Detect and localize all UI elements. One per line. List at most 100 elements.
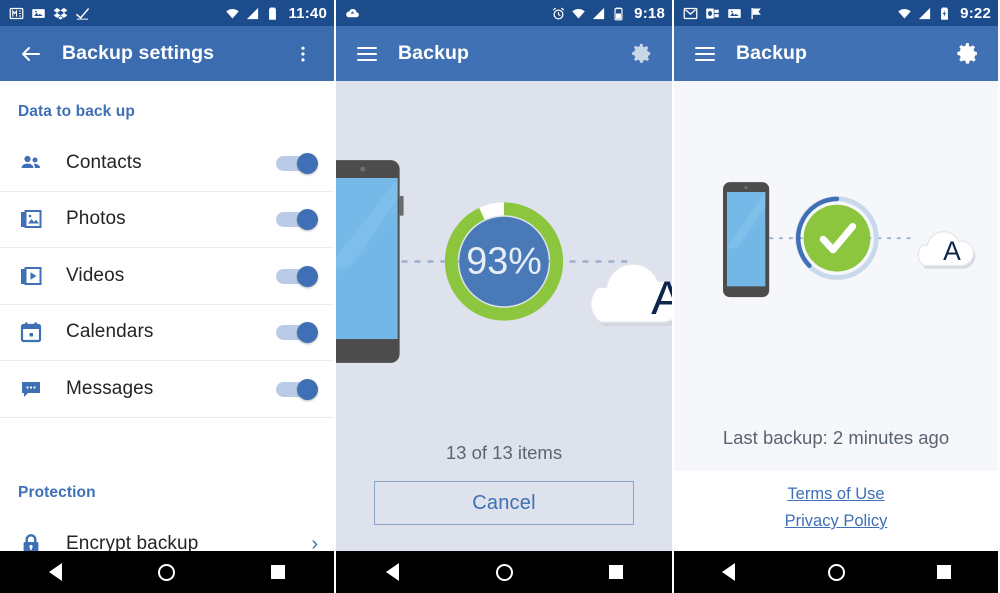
back-triangle-icon[interactable] — [381, 561, 403, 583]
cloud-logo-letter: A — [651, 272, 672, 325]
settings-row-label: Encrypt backup — [66, 532, 199, 551]
signal-icon — [919, 7, 931, 19]
android-nav-bar-1 — [0, 551, 334, 593]
dropbox-icon — [53, 7, 68, 19]
status-bar-time-1: 11:40 — [288, 4, 327, 22]
page-title: Backup — [736, 42, 808, 64]
phone-icon — [723, 182, 770, 298]
toggle-photos[interactable] — [276, 209, 318, 231]
wifi-icon — [898, 8, 911, 18]
wifi-icon — [572, 8, 585, 18]
alarm-icon — [552, 7, 565, 19]
status-bar-3: 9:22 — [674, 0, 998, 26]
settings-row-messages[interactable]: Messages — [0, 361, 334, 418]
recents-square-icon[interactable] — [267, 561, 289, 583]
status-bar-2: 9:18 — [336, 0, 672, 26]
hamburger-menu-icon[interactable] — [688, 37, 722, 71]
complete-illustration-svg: A — [723, 182, 976, 298]
settings-row-label: Messages — [66, 377, 154, 399]
cancel-button[interactable]: Cancel — [374, 481, 634, 525]
panel-backup-settings: 11:40 Backup settings Data to back up Co… — [0, 0, 334, 593]
calendar-icon — [18, 319, 44, 345]
items-count-label: 13 of 13 items — [445, 442, 563, 463]
back-arrow-icon[interactable] — [14, 37, 48, 71]
cloud-logo-icon: A — [917, 231, 976, 269]
settings-row-videos[interactable]: Videos — [0, 248, 334, 305]
backup-complete-body: A Last backup: 2 minutes ago Terms of Us… — [674, 81, 998, 551]
cloud-logo-icon: A — [590, 263, 672, 327]
settings-row-contacts[interactable]: Contacts — [0, 135, 334, 192]
checkmark-icon — [75, 7, 90, 20]
toggle-videos[interactable] — [276, 265, 318, 287]
settings-row-label: Contacts — [66, 151, 142, 173]
overflow-menu-icon[interactable] — [286, 37, 320, 71]
toggle-contacts[interactable] — [276, 152, 318, 174]
battery-icon — [614, 7, 623, 20]
contacts-icon — [18, 150, 44, 176]
toggle-calendars[interactable] — [276, 322, 318, 344]
panel-backup-complete: 9:22 Backup A Last backup: 2 minutes ago… — [672, 0, 998, 593]
privacy-policy-link[interactable]: Privacy Policy — [674, 508, 998, 535]
status-bar-right-icons-3: 9:22 — [897, 5, 991, 22]
recents-square-icon[interactable] — [605, 561, 627, 583]
back-triangle-icon[interactable] — [45, 561, 67, 583]
page-title: Backup — [398, 42, 470, 64]
settings-row-calendars[interactable]: Calendars — [0, 304, 334, 361]
app-bar-1: Backup settings — [0, 26, 334, 81]
outlook-icon — [706, 8, 719, 18]
backup-progress-illustration: 93% A — [336, 81, 672, 442]
battery-icon — [269, 7, 277, 20]
status-bar-1: 11:40 — [0, 0, 334, 26]
settings-row-label: Videos — [66, 264, 125, 286]
status-bar-left-icons-3 — [683, 6, 764, 21]
gear-icon[interactable] — [950, 37, 984, 71]
app-bar-3: Backup — [674, 26, 998, 81]
flag-icon — [751, 7, 761, 19]
battery-charging-icon — [941, 7, 949, 20]
recents-square-icon[interactable] — [933, 561, 955, 583]
section-header-protection: Protection — [18, 483, 96, 501]
status-bar-time-3: 9:22 — [960, 4, 991, 22]
messages-icon — [18, 376, 44, 402]
status-bar-left-icons-1 — [9, 6, 90, 21]
lock-icon — [18, 531, 44, 551]
chevron-right-icon[interactable]: › — [311, 534, 318, 551]
settings-row-label: Photos — [66, 208, 126, 230]
cloud-logo-letter: A — [943, 236, 961, 266]
progress-ring: 93% — [444, 202, 564, 321]
progress-percent-label: 93% — [466, 241, 542, 283]
backup-complete-illustration: A — [674, 81, 998, 415]
success-check-icon — [795, 196, 879, 280]
screenshot-root: 11:40 Backup settings Data to back up Co… — [0, 0, 1000, 593]
last-backup-label: Last backup: 2 minutes ago — [674, 415, 998, 471]
section-spacer — [0, 417, 334, 462]
android-nav-bar-3 — [674, 551, 998, 593]
wifi-icon — [226, 8, 240, 18]
settings-row-encrypt-backup[interactable]: Encrypt backup › — [0, 515, 334, 551]
signal-icon — [247, 7, 259, 19]
phone-icon — [336, 160, 404, 363]
home-circle-icon[interactable] — [156, 561, 178, 583]
videos-icon — [18, 263, 44, 289]
status-bar-left-icons-2 — [345, 6, 360, 21]
terms-of-use-link[interactable]: Terms of Use — [674, 481, 998, 508]
toggle-messages[interactable] — [276, 378, 318, 400]
signal-icon — [593, 7, 605, 19]
gear-icon[interactable] — [624, 37, 658, 71]
status-bar-right-icons-1: 11:40 — [225, 5, 327, 22]
progress-illustration-svg: 93% A — [336, 160, 672, 363]
legal-links: Terms of Use Privacy Policy — [674, 471, 998, 551]
back-triangle-icon[interactable] — [717, 561, 739, 583]
app-bar-2: Backup — [336, 26, 672, 81]
home-circle-icon[interactable] — [825, 561, 847, 583]
settings-row-photos[interactable]: Photos — [0, 191, 334, 248]
hamburger-menu-icon[interactable] — [350, 37, 384, 71]
gmail-icon — [683, 7, 698, 19]
section-header-data: Data to back up — [18, 103, 135, 120]
status-bar-right-icons-2: 9:18 — [551, 5, 665, 22]
gmail-icon — [9, 7, 24, 19]
photos-icon — [728, 8, 741, 18]
android-nav-bar-2 — [336, 551, 672, 593]
status-bar-time-2: 9:18 — [634, 4, 665, 22]
home-circle-icon[interactable] — [493, 561, 515, 583]
